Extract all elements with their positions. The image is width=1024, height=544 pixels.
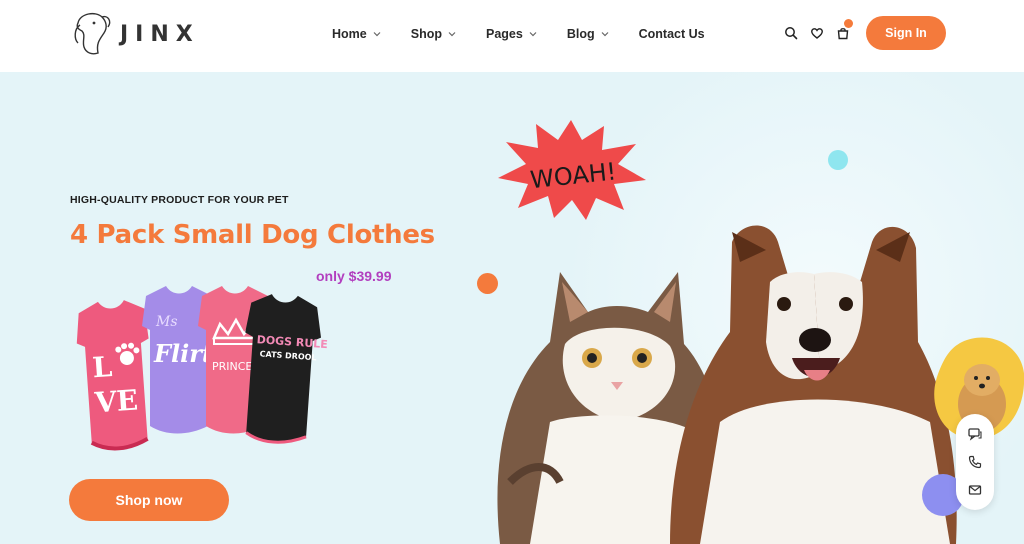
shop-now-button[interactable]: Shop now (69, 479, 229, 521)
hero-banner: HIGH-QUALITY PRODUCT FOR YOUR PET 4 Pack… (0, 72, 1024, 544)
dog-illustration (670, 225, 957, 544)
hero-subtitle: HIGH-QUALITY PRODUCT FOR YOUR PET (70, 194, 289, 206)
nav-item-blog[interactable]: Blog (567, 27, 609, 41)
floating-contact-bar (956, 414, 994, 510)
chevron-down-icon (448, 32, 456, 37)
heart-icon[interactable] (808, 24, 826, 42)
mail-icon[interactable] (967, 482, 983, 498)
nav-item-label: Shop (410, 27, 442, 41)
nav-item-label: Home (332, 27, 367, 41)
chevron-down-icon (529, 32, 537, 37)
shirt-dogs-rule: DOGS RULE CATS DROOL (245, 294, 328, 444)
dog-logo-icon (74, 12, 111, 55)
nav-item-shop[interactable]: Shop (411, 27, 456, 41)
nav-item-contact-us[interactable]: Contact Us (639, 27, 705, 41)
hero-title: 4 Pack Small Dog Clothes (70, 220, 435, 250)
nav-item-label: Blog (566, 27, 595, 41)
site-header: JINX Home Shop Pages Blog Contact Us Sig… (0, 0, 1024, 72)
nav-item-home[interactable]: Home (332, 27, 381, 41)
main-nav: Home Shop Pages Blog Contact Us (332, 24, 705, 44)
shirt-love-text-bottom: VE (93, 383, 139, 419)
nav-item-label: Contact Us (638, 27, 705, 41)
header-actions (782, 19, 860, 44)
cart-icon[interactable] (834, 19, 853, 42)
sign-in-button[interactable]: Sign In (866, 16, 946, 50)
brand-name: JINX (120, 21, 200, 47)
cart-badge (844, 19, 853, 28)
phone-icon[interactable] (967, 454, 983, 470)
shirt-prince-text: PRINCE (212, 360, 252, 373)
brand-logo[interactable]: JINX (70, 8, 200, 60)
shirt-flirt-text: Flirt (153, 339, 213, 368)
shirt-flirt-script: Ms (155, 314, 178, 330)
chevron-down-icon (373, 32, 381, 37)
nav-item-label: Pages (485, 27, 523, 41)
cat-and-dog-image (497, 225, 957, 544)
shirt-love-text-top: L (91, 350, 113, 384)
nav-item-pages[interactable]: Pages (486, 27, 537, 41)
chevron-down-icon (601, 32, 609, 37)
chat-icon[interactable] (967, 426, 983, 442)
dog-shirts-image: L VE Flirt Ms PRINCE DOGS RULE CATS DROO… (76, 286, 328, 451)
search-icon[interactable] (782, 24, 800, 42)
